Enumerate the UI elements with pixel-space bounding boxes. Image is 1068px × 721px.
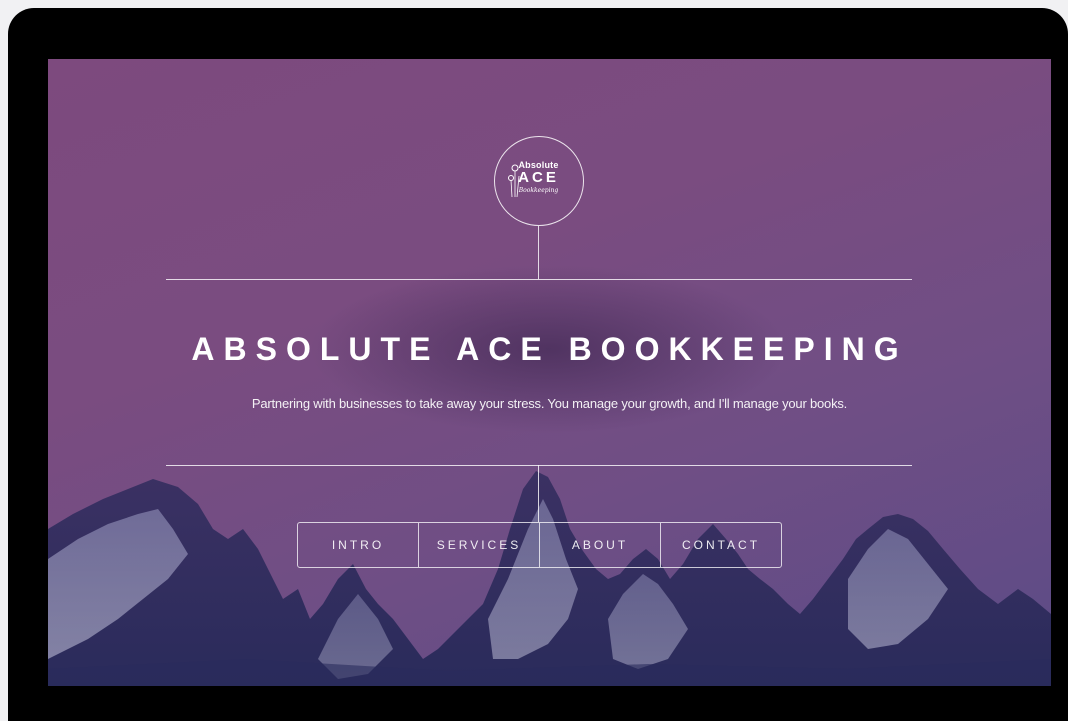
nav-item-about[interactable]: ABOUT: [539, 523, 660, 567]
page-title: ABSOLUTE ACE BOOKKEEPING: [191, 331, 908, 367]
nav-item-services[interactable]: SERVICES: [418, 523, 539, 567]
bottom-divider-line: [166, 465, 912, 466]
device-frame: Absolute ACE Bookkeeping ABSOLUTE ACE BO…: [8, 8, 1068, 721]
main-nav: INTRO SERVICES ABOUT CONTACT: [297, 522, 782, 568]
hero-section: Absolute ACE Bookkeeping ABSOLUTE ACE BO…: [48, 59, 1051, 686]
nav-item-contact[interactable]: CONTACT: [660, 523, 781, 567]
flower-icon: [508, 164, 520, 198]
logo-text-group: Absolute ACE Bookkeeping: [504, 146, 573, 215]
logo-connector-line: [538, 226, 539, 279]
nav-item-intro[interactable]: INTRO: [298, 523, 418, 567]
brand-logo[interactable]: Absolute ACE Bookkeeping: [494, 136, 584, 226]
top-divider-line: [166, 279, 912, 280]
nav-connector-line: [538, 465, 539, 522]
page-tagline: Partnering with businesses to take away …: [251, 396, 848, 411]
